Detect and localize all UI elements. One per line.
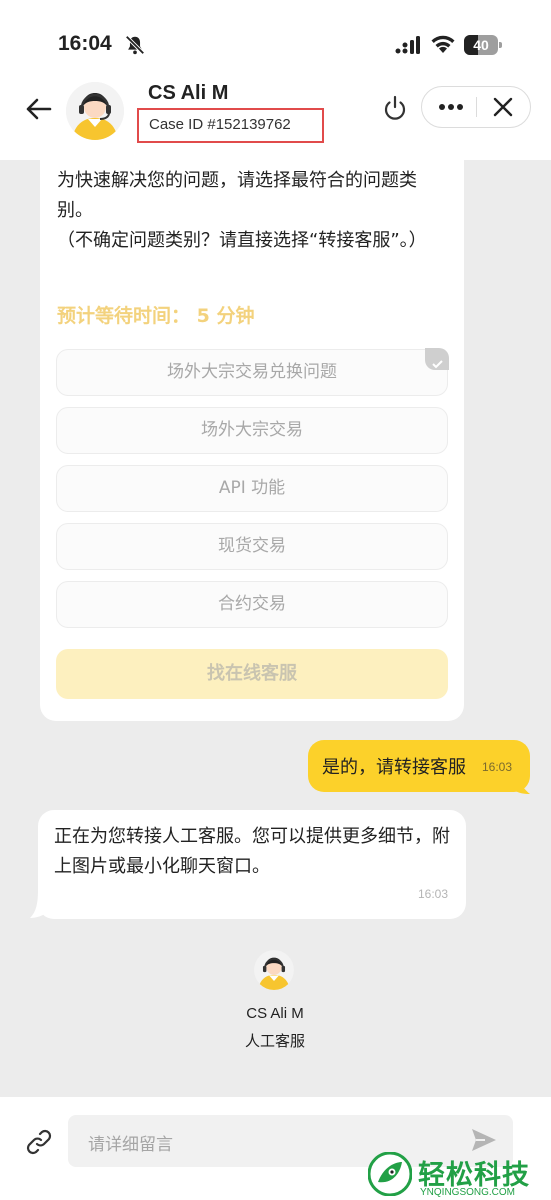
option-otc[interactable]: 场外大宗交易: [56, 407, 448, 454]
power-icon[interactable]: [382, 94, 408, 122]
leaf-logo-icon: [368, 1152, 412, 1196]
battery-icon: 40: [464, 35, 504, 55]
option-api[interactable]: API 功能: [56, 465, 448, 512]
link-attach-icon[interactable]: [24, 1127, 54, 1157]
miniapp-capsule: [421, 86, 531, 128]
wifi-icon: [431, 35, 455, 53]
case-id-highlight: Case ID #152139762: [137, 108, 324, 143]
option-otc-conversion[interactable]: 场外大宗交易兑换问题: [56, 348, 449, 396]
bot-transfer-bubble: 正在为您转接人工客服。您可以提供更多细节，附上图片或最小化聊天窗口。 16:03: [38, 810, 466, 919]
option-futures[interactable]: 合约交易: [56, 581, 448, 628]
user-message-bubble: 是的，请转接客服 16:03: [308, 740, 530, 792]
check-icon: [425, 348, 449, 370]
input-placeholder: 请详细留言: [88, 1135, 173, 1155]
option-label: 现货交易: [218, 536, 286, 556]
battery-level: 40: [473, 37, 489, 53]
status-bar: 16:04 40: [0, 0, 551, 74]
option-label: 合约交易: [218, 594, 286, 614]
agent-name: CS Ali M: [148, 82, 229, 104]
agent-avatar: [66, 82, 124, 140]
capsule-divider: [476, 97, 477, 117]
back-arrow-icon[interactable]: [22, 92, 56, 126]
agent-card-name: CS Ali M: [246, 1005, 304, 1022]
status-time: 16:04: [58, 32, 112, 55]
message-line: 为快速解决您的问题，请选择最符合的问题类别。: [57, 170, 417, 221]
wait-time-label: 预计等待时间： 5 分钟: [57, 305, 255, 327]
bot-message-text: 为快速解决您的问题，请选择最符合的问题类别。 （不确定问题类别？请直接选择“转接…: [57, 166, 452, 256]
signal-icon: [395, 36, 420, 54]
close-icon[interactable]: [492, 96, 514, 118]
agent-card-role: 人工客服: [244, 1032, 305, 1050]
message-time: 16:03: [418, 887, 449, 901]
option-label: 场外大宗交易兑换问题: [167, 362, 337, 382]
agent-avatar-small: [254, 950, 294, 990]
message-line: （不确定问题类别？请直接选择“转接客服”。）: [57, 230, 427, 251]
contact-agent-button[interactable]: 找在线客服: [56, 649, 448, 699]
user-message-text: 是的，请转接客服: [322, 757, 466, 778]
option-spot[interactable]: 现货交易: [56, 523, 448, 570]
case-id: Case ID #152139762: [149, 116, 291, 133]
more-icon[interactable]: [436, 96, 466, 118]
message-time: 16:03: [482, 760, 513, 774]
option-label: 场外大宗交易: [201, 420, 303, 440]
chat-header: CS Ali M Case ID #152139762: [0, 74, 551, 160]
agent-joined-card: CS Ali M 人工客服: [200, 950, 350, 1060]
watermark-sub: YNQINGSONG.COM: [420, 1187, 516, 1198]
site-watermark: 轻松科技 YNQINGSONG.COM: [362, 1150, 551, 1200]
option-label: API 功能: [218, 478, 286, 498]
bot-transfer-text: 正在为您转接人工客服。您可以提供更多细节，附上图片或最小化聊天窗口。: [54, 826, 450, 877]
bot-message-card: 为快速解决您的问题，请选择最符合的问题类别。 （不确定问题类别？请直接选择“转接…: [40, 158, 464, 721]
bell-off-icon: [125, 35, 145, 55]
